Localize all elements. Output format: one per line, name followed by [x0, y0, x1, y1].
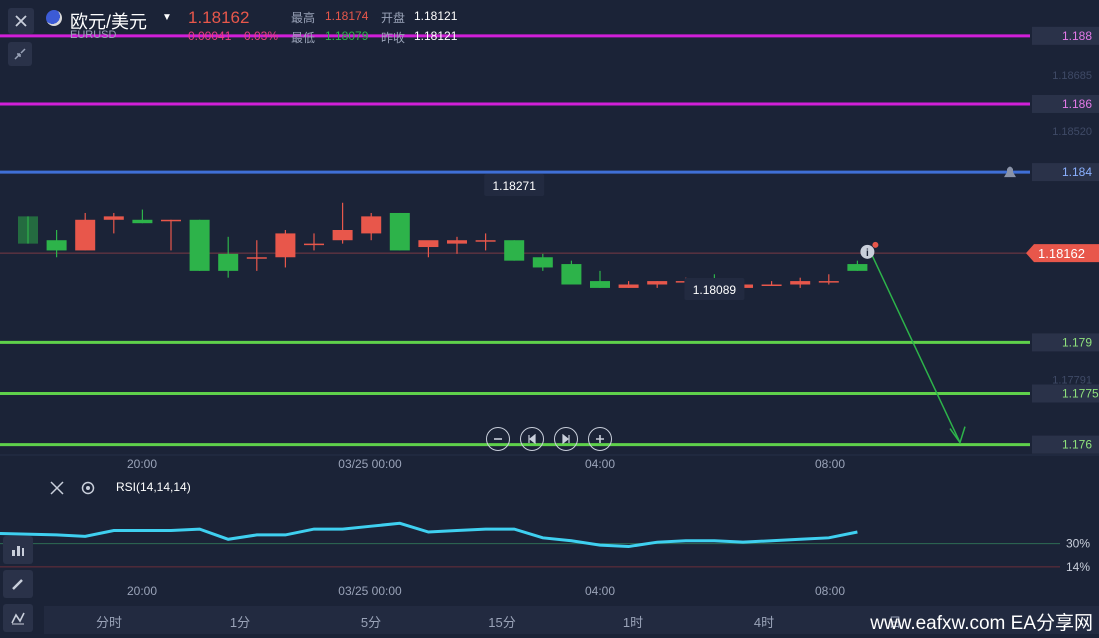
candle-body	[18, 216, 38, 244]
price-level-label: 1.179	[1062, 335, 1092, 349]
scroll-start-icon[interactable]	[520, 427, 544, 451]
indicator-close-icon[interactable]	[50, 481, 64, 500]
prev-value: 1.18121	[414, 29, 458, 43]
candle-body	[590, 281, 610, 288]
price-level-label: 1.188	[1062, 29, 1092, 43]
candle-body	[847, 264, 868, 271]
y-tick-label: 1.18520	[1052, 126, 1092, 138]
price-level-label: 1.186	[1062, 97, 1092, 111]
rsi-label: RSI(14,14,14)	[116, 480, 191, 494]
timeframe-tab[interactable]: 1时	[623, 612, 643, 631]
candle-body	[132, 219, 153, 224]
candle-body	[332, 230, 353, 241]
price-level-label: 1.184	[1062, 165, 1092, 179]
candle-body	[361, 216, 382, 234]
high-value: 1.18174	[325, 9, 369, 23]
candle-body	[46, 240, 67, 251]
gear-icon[interactable]	[80, 480, 96, 501]
candle-body	[218, 253, 239, 271]
candle-body	[447, 240, 467, 244]
flag-icon	[46, 10, 62, 26]
low-label: 最低	[291, 31, 316, 45]
timeframe-tab[interactable]: 15分	[488, 612, 515, 631]
candle-body	[75, 219, 96, 251]
current-price-label: 1.18162	[1038, 246, 1085, 261]
candle-body	[790, 281, 811, 285]
zoom-in-icon[interactable]	[588, 427, 612, 451]
prev-label: 昨收	[381, 31, 406, 45]
candle-body	[618, 284, 639, 288]
candle-body	[504, 240, 525, 261]
timeframe-tab[interactable]: 4时	[754, 612, 774, 631]
rsi-level-label: 30%	[1066, 537, 1090, 551]
header-price: 1.18162	[188, 8, 250, 27]
timeframe-tab[interactable]: 1分	[230, 612, 250, 631]
watermark-text: www.eafxw.com EA分享网	[870, 613, 1093, 634]
low-annotation-label: 1.18089	[693, 283, 737, 297]
y-tick-label: 1.18685	[1052, 70, 1092, 82]
header-change-pct: 0.03%	[244, 29, 279, 43]
x-tick-label: 04:00	[585, 457, 615, 471]
price-chart[interactable]: 1.186851.185201.17791 1.1881.1861.1841.1…	[0, 0, 1099, 634]
pencil-icon[interactable]	[3, 570, 33, 598]
candle-body	[389, 212, 410, 251]
open-label: 开盘	[381, 11, 406, 25]
low-value: 1.18079	[325, 29, 369, 43]
symbol-code: EURUSD	[70, 29, 117, 41]
price-level-label: 1.176	[1062, 438, 1092, 452]
chart-stage: 1.18685 1.18520 1.17791 1.188 1.186 1.184 1.1…	[0, 0, 1099, 634]
candle-body	[304, 243, 324, 246]
zoom-controls	[486, 427, 612, 451]
scroll-end-icon[interactable]	[554, 427, 578, 451]
candle-body	[275, 233, 296, 258]
high-label: 最高	[291, 11, 316, 25]
x-tick-label: 03/25 00:00	[338, 457, 402, 471]
header-change: 0.00041	[188, 29, 232, 43]
timeframe-tab[interactable]: 分时	[96, 612, 122, 631]
rsi-level-label: 14%	[1066, 560, 1090, 574]
high-annotation-label: 1.18271	[493, 179, 537, 193]
collapse-icon[interactable]	[8, 42, 32, 66]
candle-body	[561, 264, 582, 285]
candle-body	[418, 240, 439, 248]
candle-body	[818, 281, 839, 283]
line-tool-icon[interactable]	[3, 604, 33, 632]
tool-sidebar	[0, 530, 36, 638]
info-icon-glyph: i	[866, 248, 869, 259]
candle-body	[103, 216, 124, 220]
x-tick-label: 08:00	[815, 457, 845, 471]
candle-body	[161, 219, 181, 222]
price-level-label: 1.1775	[1062, 387, 1099, 401]
candle-body	[647, 281, 668, 285]
candle-body	[246, 257, 267, 259]
indicator-icon[interactable]	[3, 536, 33, 564]
rsi-x-tick-label: 08:00	[815, 584, 845, 598]
candle-body	[475, 240, 496, 242]
timeframe-tab[interactable]: 5分	[361, 612, 381, 631]
x-tick-label: 20:00	[127, 457, 157, 471]
rsi-x-tick-label: 20:00	[127, 584, 157, 598]
rsi-x-tick-label: 03/25 00:00	[338, 584, 402, 598]
rsi-x-tick-label: 04:00	[585, 584, 615, 598]
close-icon[interactable]	[8, 8, 34, 34]
open-value: 1.18121	[414, 9, 458, 23]
alert-dot	[872, 241, 879, 248]
candle-body	[189, 219, 210, 271]
candle-body	[532, 257, 553, 268]
chevron-down-icon[interactable]: ▼	[162, 12, 172, 23]
candle-body	[761, 284, 782, 286]
zoom-out-icon[interactable]	[486, 427, 510, 451]
